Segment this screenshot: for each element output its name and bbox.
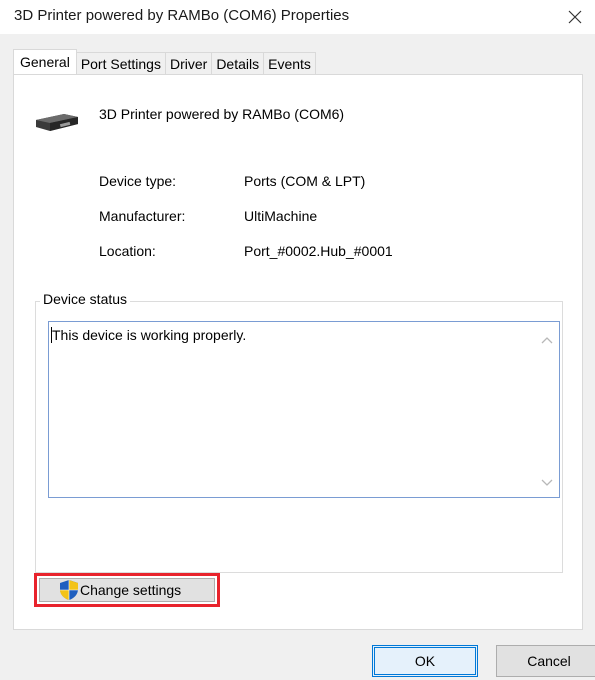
manufacturer-value: UltiMachine bbox=[244, 208, 318, 224]
scroll-up-icon[interactable] bbox=[541, 336, 553, 344]
tab-strip: General Port Settings Driver Details Eve… bbox=[13, 49, 316, 74]
device-type-value: Ports (COM & LPT) bbox=[244, 173, 366, 189]
close-button[interactable] bbox=[555, 0, 595, 34]
device-name: 3D Printer powered by RAMBo (COM6) bbox=[99, 106, 345, 122]
tab-driver[interactable]: Driver bbox=[164, 52, 213, 74]
device-status-legend: Device status bbox=[40, 291, 131, 307]
change-settings-label: Change settings bbox=[80, 582, 182, 598]
ok-button[interactable]: OK bbox=[372, 645, 478, 677]
scroll-down-icon[interactable] bbox=[541, 479, 553, 487]
change-settings-highlight: Change settings bbox=[34, 573, 220, 607]
cancel-button[interactable]: Cancel bbox=[496, 645, 595, 677]
device-status-text: This device is working properly. bbox=[52, 327, 247, 343]
general-tab-panel: 3D Printer powered by RAMBo (COM6) Devic… bbox=[13, 74, 583, 630]
tab-details[interactable]: Details bbox=[211, 52, 265, 74]
uac-shield-icon bbox=[60, 580, 78, 600]
device-type-label: Device type: bbox=[99, 173, 177, 189]
tab-port-settings[interactable]: Port Settings bbox=[75, 52, 166, 74]
tab-events[interactable]: Events bbox=[263, 52, 316, 74]
window-title: 3D Printer powered by RAMBo (COM6) Prope… bbox=[14, 7, 350, 24]
close-icon bbox=[568, 10, 582, 24]
printer-device-icon bbox=[36, 114, 78, 131]
tab-general[interactable]: General bbox=[13, 49, 77, 74]
location-label: Location: bbox=[99, 243, 156, 259]
change-settings-button[interactable]: Change settings bbox=[39, 578, 215, 602]
title-bar: 3D Printer powered by RAMBo (COM6) Prope… bbox=[0, 0, 595, 34]
location-value: Port_#0002.Hub_#0001 bbox=[244, 243, 393, 259]
manufacturer-label: Manufacturer: bbox=[99, 208, 186, 224]
device-status-textbox[interactable]: This device is working properly. bbox=[48, 321, 560, 498]
